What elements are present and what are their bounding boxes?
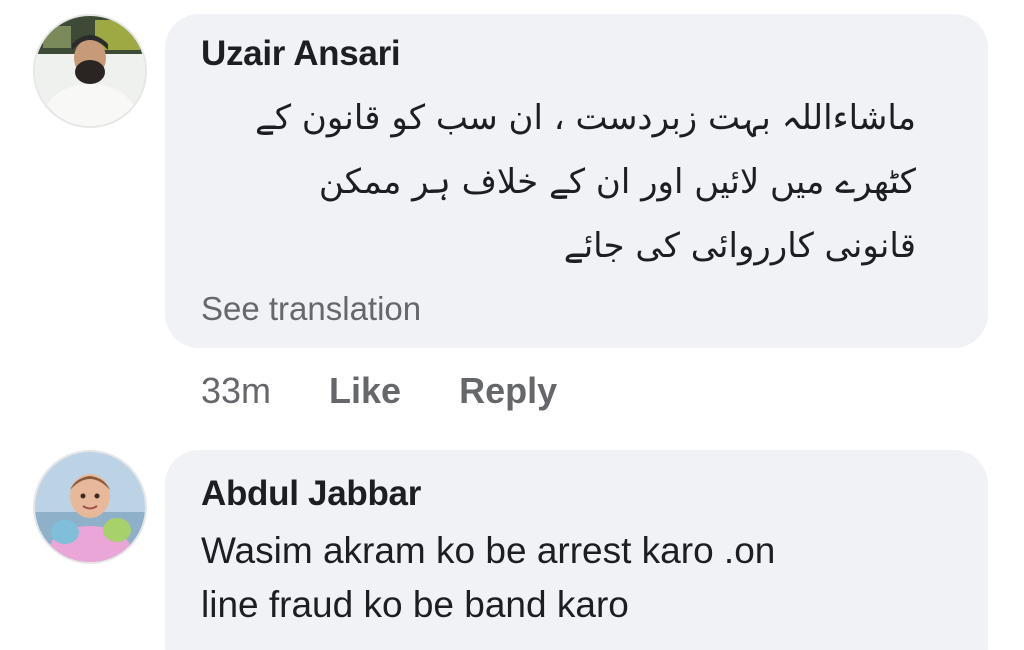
- comment-bubble: Abdul Jabbar Wasim akram ko be arrest ka…: [165, 450, 988, 650]
- like-button[interactable]: Like: [329, 370, 401, 412]
- avatar-abdul-jabbar[interactable]: [35, 452, 145, 562]
- avatar-image: [35, 452, 145, 562]
- comment-bubble: Uzair Ansari ماشاءاللہ بہت زبردست ، ان س…: [165, 14, 988, 348]
- author-name[interactable]: Uzair Ansari: [201, 34, 401, 74]
- comment-text-line: قانونی کارروائی کی جائے: [563, 226, 916, 266]
- avatar-uzair-ansari[interactable]: [35, 16, 145, 126]
- comments-page: Uzair Ansari ماشاءاللہ بہت زبردست ، ان س…: [0, 0, 1024, 650]
- comment-text-line: line fraud ko be band karo: [201, 584, 629, 625]
- comment-text-line: ماشاءاللہ بہت زبردست ، ان سب کو قانون کے: [254, 98, 916, 138]
- comment-timestamp[interactable]: 33m: [201, 370, 271, 412]
- comment-text: Wasim akram ko be arrest karo .on line f…: [201, 524, 775, 632]
- comment-actions: 33m Like Reply: [201, 370, 615, 412]
- author-name[interactable]: Abdul Jabbar: [201, 474, 421, 514]
- comment-text-line: کٹھرے میں لائیں اور ان کے خلاف ہر ممکن: [318, 162, 916, 202]
- avatar-image: [35, 16, 145, 126]
- comment-text: ماشاءاللہ بہت زبردست ، ان سب کو قانون کے…: [156, 86, 916, 278]
- comment-text-line: Wasim akram ko be arrest karo .on: [201, 530, 776, 571]
- see-translation-link[interactable]: See translation: [201, 290, 421, 328]
- reply-button[interactable]: Reply: [459, 370, 557, 412]
